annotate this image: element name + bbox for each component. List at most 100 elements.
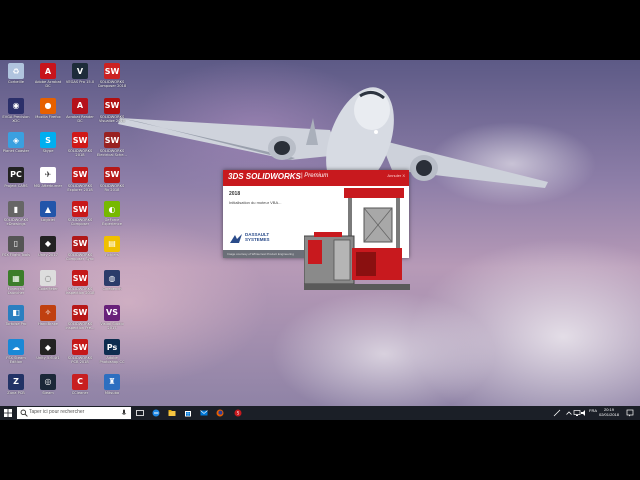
desktop-icon-grid: ♻ Corbeille A Adobe Acrobat DC V VEGAS Pro 15… bbox=[0, 60, 140, 406]
sw-inspection2-icon: SW bbox=[72, 304, 88, 321]
desktop-icon-label: Cinebench bbox=[102, 287, 122, 291]
desktop-icon[interactable]: ◍ Cinebench bbox=[97, 270, 127, 291]
desktop-icon[interactable]: SW SOLIDWORKS Rx 2018 bbox=[97, 166, 127, 192]
desktop-icon-label: Adobe Photoshop CC bbox=[99, 356, 125, 365]
desktop-icon-label: SOLIDWORKS Electrical Sche… bbox=[97, 149, 127, 158]
task-view-icon[interactable] bbox=[136, 409, 144, 417]
store-icon[interactable] bbox=[184, 409, 192, 417]
desktop-icon-label: Fichiers bbox=[105, 252, 119, 257]
desktop-icon[interactable]: S Skype bbox=[33, 132, 63, 153]
desktop-icon[interactable]: SW SOLIDWORKS Inspection Pre… bbox=[65, 304, 95, 330]
desktop[interactable]: ♻ Corbeille A Adobe Acrobat DC V VEGAS Pro 15… bbox=[0, 60, 640, 406]
firefox-taskbar-icon[interactable] bbox=[216, 409, 224, 417]
chevron-up-icon[interactable] bbox=[565, 409, 573, 417]
cinebench-icon: ◍ bbox=[104, 270, 120, 286]
desktop-icon-label: Project CARS bbox=[4, 183, 28, 188]
desktop-icon[interactable]: ▤ Fichiers bbox=[97, 235, 127, 257]
desktop-icon[interactable]: ☁ FSX Steam Edition bbox=[1, 339, 31, 364]
desktop-icon[interactable]: SW SOLIDWORKS Inspection 2018 bbox=[65, 270, 95, 295]
recycle-bin-icon: ♻ bbox=[8, 63, 24, 79]
desktop-icon-label: Minecraft Launcher bbox=[7, 287, 25, 296]
letterbox-top bbox=[0, 0, 640, 60]
desktop-icon-label: SOLIDWORKS Composer Sync bbox=[65, 252, 95, 261]
windows-start-button[interactable] bbox=[4, 409, 12, 417]
acrobat-reader-icon: A bbox=[72, 97, 88, 114]
dassault-label: DASSAULT SYSTEMES bbox=[245, 232, 270, 242]
desktop-icon[interactable]: PC Project CARS bbox=[1, 166, 31, 188]
desktop-icon-label: Logiciel bbox=[41, 218, 55, 222]
sw-sync-icon: SW bbox=[72, 235, 88, 252]
acrobat-icon: A bbox=[40, 63, 56, 79]
desktop-icon[interactable]: ✧ HandBrake bbox=[33, 304, 63, 326]
solidworks-logo: 3DS SOLIDWORKS bbox=[228, 172, 301, 181]
desktop-icon[interactable]: Ps Adobe Photoshop CC bbox=[97, 339, 127, 364]
desktop-icon[interactable]: ◈ Planet Coaster bbox=[1, 132, 31, 153]
notification-center-icon[interactable] bbox=[626, 409, 634, 417]
desktop-icon[interactable]: SW SOLIDWORKS Explorer 2018 bbox=[65, 166, 95, 192]
desktop-icon[interactable]: ♻ Corbeille bbox=[1, 63, 31, 84]
desktop-icon[interactable]: ◆ Unity 2017 bbox=[33, 235, 63, 257]
file-explorer-icon[interactable] bbox=[168, 409, 176, 417]
geforce-icon: ◐ bbox=[104, 201, 120, 217]
sw-rx-icon: SW bbox=[104, 166, 120, 183]
desktop-icon[interactable]: ▦ Minecraft Launcher bbox=[1, 270, 31, 295]
handbrake-icon: ✧ bbox=[40, 304, 56, 321]
mail-icon[interactable] bbox=[200, 409, 208, 417]
desktop-icon[interactable]: ● Mozilla Firefox bbox=[33, 97, 63, 119]
desktop-icon[interactable]: SW SOLIDWORKS Visualize 2018 bbox=[97, 97, 127, 123]
desktop-icon-label: EVGA Precision XOC bbox=[2, 114, 30, 123]
volume-icon[interactable] bbox=[580, 409, 588, 417]
splash-cancel-button[interactable]: Annuler X bbox=[387, 173, 405, 178]
desktop-icon-label: Tortoise Pro bbox=[5, 321, 27, 326]
desktop-icon[interactable]: SW SOLIDWORKS Composer bbox=[65, 201, 95, 226]
desktop-icon[interactable]: A Adobe Acrobat DC bbox=[33, 63, 63, 88]
edrawings-icon: ▮ bbox=[8, 201, 24, 217]
desktop-icon-label: MSI Afterburner bbox=[33, 183, 63, 188]
sw-explorer-icon: SW bbox=[72, 166, 88, 183]
sw-composer2-icon: SW bbox=[72, 201, 88, 217]
desktop-icon-label: HandBrake bbox=[38, 321, 58, 326]
desktop-icon[interactable]: Z Zuna PCB bbox=[1, 373, 31, 395]
desktop-icon[interactable]: ▲ Logiciel bbox=[33, 201, 63, 222]
desktop-icon-label: Unity 2017 bbox=[38, 252, 58, 257]
desktop-icon[interactable]: C CCleaner bbox=[65, 373, 95, 395]
splash-footer-text: Image courtesy of Whitecrest Product Eng… bbox=[227, 252, 294, 256]
desktop-icon[interactable]: ✈ MSI Afterburner bbox=[33, 166, 63, 188]
desktop-icon[interactable]: V VEGAS Pro 15.0 bbox=[65, 63, 95, 84]
desktop-icon[interactable]: A Acrobat Reader DC bbox=[65, 97, 95, 123]
solidworks-taskbar-icon[interactable]: S bbox=[234, 409, 242, 417]
zuna-icon: Z bbox=[8, 373, 24, 390]
3ds-icon bbox=[230, 234, 242, 243]
microphone-icon[interactable] bbox=[121, 409, 127, 417]
desktop-icon-label: FSX Steam Edition bbox=[6, 356, 26, 365]
desktop-icon[interactable]: ♜ Mitsuba bbox=[97, 373, 127, 395]
desktop-icon[interactable]: ◐ GeForce Experience bbox=[97, 201, 127, 226]
desktop-icon[interactable]: ◎ Steam bbox=[33, 373, 63, 395]
sw-inspection-icon: SW bbox=[72, 270, 88, 286]
unity-icon: ◆ bbox=[40, 235, 56, 252]
desktop-icon[interactable]: SW SOLIDWORKS Electrical Sche… bbox=[97, 132, 127, 157]
language-indicator[interactable]: FRA bbox=[589, 408, 597, 413]
desktop-icon[interactable]: SW SOLIDWORKS PCB 2018 bbox=[65, 339, 95, 364]
clock[interactable]: 20:19 02/01/2018 bbox=[597, 407, 621, 417]
desktop-icon[interactable]: ◆ Unity 5.6.4f1 bbox=[33, 339, 63, 360]
desktop-icon[interactable]: SW SOLIDWORKS 2018 bbox=[65, 132, 95, 157]
desktop-icon[interactable]: ▮ SOLIDWORKS eDrawings bbox=[1, 201, 31, 226]
taskbar-search-box[interactable]: Taper ici pour rechercher bbox=[17, 407, 131, 419]
desktop-icon[interactable]: ◉ EVGA Precision XOC bbox=[1, 97, 31, 123]
desktop-icon[interactable]: SW SOLIDWORKS Composer 2018 bbox=[97, 63, 127, 88]
desktop-icon[interactable]: ▯ FSX Flight Tools bbox=[1, 235, 31, 257]
desktop-icon-label: SOLIDWORKS Rx 2018 bbox=[99, 183, 125, 192]
evga-icon: ◉ bbox=[8, 97, 24, 114]
sw-composer-icon: SW bbox=[104, 63, 120, 79]
pen-icon[interactable] bbox=[553, 409, 561, 417]
dassault-logo: DASSAULT SYSTEMES bbox=[229, 230, 289, 244]
edge-icon[interactable] bbox=[152, 409, 160, 417]
desktop-icon[interactable]: ◌ CodeMeter bbox=[33, 270, 63, 291]
desktop-icon[interactable]: SW SOLIDWORKS Composer Sync bbox=[65, 235, 95, 261]
svg-text:S: S bbox=[237, 411, 240, 416]
desktop-icon[interactable]: VS Visual Studio 2017 bbox=[97, 304, 127, 330]
letterbox-bottom bbox=[0, 420, 640, 480]
desktop-icon[interactable]: ◧ Tortoise Pro bbox=[1, 304, 31, 326]
machine-illustration bbox=[304, 188, 410, 290]
